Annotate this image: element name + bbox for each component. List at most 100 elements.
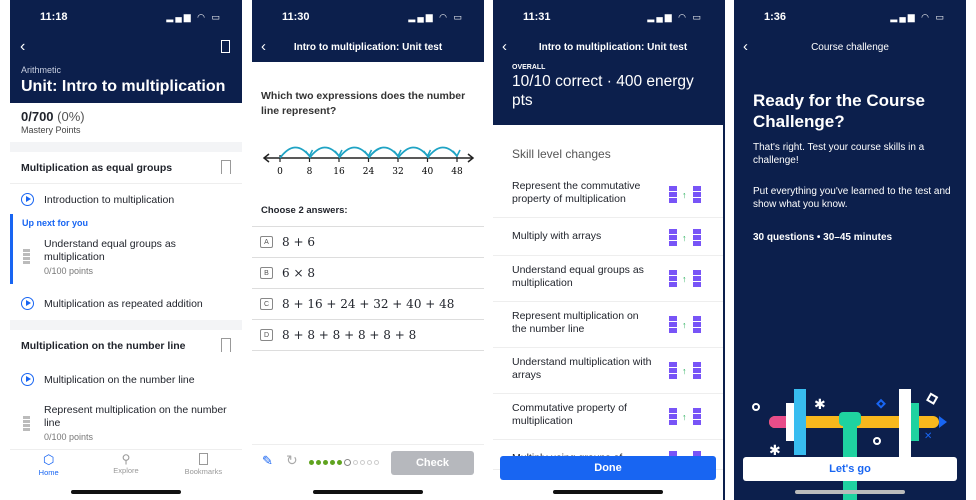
done-button[interactable]: Done: [500, 456, 716, 480]
skill-row: Represent multiplication on the number l…: [493, 302, 723, 348]
status-time: 1:36: [764, 11, 787, 23]
exercise-item[interactable]: Represent multiplication on the number l…: [10, 398, 242, 450]
progress-dot: [367, 460, 372, 465]
mastery-before-icon: [669, 186, 677, 204]
tab-bookmarks[interactable]: Bookmarks: [165, 452, 242, 482]
jump-arc: [308, 146, 340, 159]
arrow-up-icon: ↑: [682, 233, 687, 243]
tick-label: 16: [333, 167, 345, 177]
section-title: Multiplication as equal groups: [21, 162, 173, 174]
test-header: 11:30 ▂▄▆ ◠ ▭ ‹ Intro to multiplication:…: [252, 0, 484, 62]
arrow-up-icon: ↑: [682, 274, 687, 284]
tick-label: 40: [422, 167, 434, 177]
exercise-title: Represent multiplication on the number l…: [44, 404, 227, 429]
exercise-item[interactable]: Understand equal groups as multiplicatio…: [10, 232, 242, 287]
progress-dots: [309, 459, 379, 466]
status-time: 11:30: [282, 11, 310, 23]
exercise-points: 0/100 points: [44, 266, 94, 276]
weightlifting-pencil-illustration: ✱ ✱ ✕: [752, 389, 947, 500]
skill-name: Commutative property of multiplication: [512, 402, 627, 427]
status-icons: ▂▄▆ ◠ ▭: [166, 12, 222, 22]
refresh-icon[interactable]: ↻: [286, 452, 298, 469]
home-indicator: [71, 490, 181, 494]
mastery-icon: [23, 416, 30, 432]
mastery-before-icon: [669, 316, 677, 334]
lesson-item[interactable]: Multiplication on the number line: [10, 364, 242, 396]
status-time: 11:31: [523, 11, 551, 23]
header-title: Intro to multiplication: Unit test: [293, 42, 443, 53]
status-icons: ▂▄▆ ◠ ▭: [408, 12, 464, 22]
mastery-before-icon: [669, 408, 677, 426]
status-icons: ▂▄▆ ◠ ▭: [890, 12, 946, 22]
divider: [10, 142, 242, 152]
svg-text:✕: ✕: [924, 431, 932, 442]
skill-level-change-icon: ↑: [669, 184, 703, 204]
home-indicator: [795, 490, 905, 494]
skill-level-change-icon: ↑: [669, 314, 703, 334]
unit-header: 11:18 ▂▄▆ ◠ ▭ ‹ Arithmetic Unit: Intro t…: [10, 0, 242, 103]
answer-option-d[interactable]: D 8 + 8 + 8 + 8 + 8 + 8: [252, 319, 484, 351]
jump-arc: [279, 146, 311, 159]
skill-level-change-icon: ↑: [669, 268, 703, 288]
header-title: Course challenge: [811, 42, 889, 53]
jump-arc: [367, 146, 399, 159]
arrow-up-icon: ↑: [682, 366, 687, 376]
progress-dot: [360, 460, 365, 465]
tab-home[interactable]: ⬡ Home: [10, 452, 87, 482]
hexagon-icon: ⬡: [42, 452, 55, 467]
skill-name: Multiply with arrays: [512, 230, 602, 242]
progress-dot: [337, 460, 342, 465]
option-text: 8 + 6: [282, 235, 315, 249]
answer-option-c[interactable]: C 8 + 16 + 24 + 32 + 40 + 48: [252, 288, 484, 320]
jump-arc: [426, 146, 458, 159]
play-icon: [21, 297, 34, 310]
lesson-item[interactable]: Multiplication as repeated addition: [10, 288, 242, 320]
challenge-instructions: Put everything you've learned to the tes…: [753, 186, 951, 210]
tab-explore[interactable]: ⚲ Explore: [87, 452, 164, 482]
skill-name: Understand multiplication with arrays: [512, 356, 652, 381]
divider: [10, 320, 242, 330]
progress-dot: [374, 460, 379, 465]
skill-row: Understand equal groups as multiplicatio…: [493, 256, 723, 302]
section-number-line[interactable]: Multiplication on the number line: [10, 330, 242, 362]
home-indicator: [553, 490, 663, 494]
points-label: Mastery Points: [21, 125, 81, 135]
tab-bar: ⬡ Home ⚲ Explore Bookmarks: [10, 452, 242, 482]
skill-level-change-icon: ↑: [669, 360, 703, 380]
skill-name: Represent multiplication on the number l…: [512, 310, 639, 335]
bookmark-icon[interactable]: [221, 40, 230, 53]
mastery-after-icon: [693, 186, 701, 204]
points-percent: (0%): [57, 109, 85, 124]
tick-label: 8: [307, 167, 313, 177]
option-letter: C: [260, 298, 273, 310]
check-button[interactable]: Check: [391, 451, 474, 475]
mastery-after-icon: [693, 229, 701, 247]
search-icon: ⚲: [121, 452, 131, 466]
lets-go-button[interactable]: Let's go: [743, 457, 957, 481]
skills-heading: Skill level changes: [512, 147, 611, 161]
option-text: 6 × 8: [282, 266, 315, 280]
section-title: Multiplication on the number line: [21, 340, 186, 352]
tick-label: 24: [363, 167, 375, 177]
choose-instruction: Choose 2 answers:: [261, 205, 348, 216]
answer-option-b[interactable]: B 6 × 8: [252, 257, 484, 289]
exercise-points: 0/100 points: [44, 432, 94, 442]
results-header: 11:31 ▂▄▆ ◠ ▭ ‹ Intro to multiplication:…: [493, 0, 723, 125]
arrow-up-icon: ↑: [682, 190, 687, 200]
screen-unit-overview: 11:18 ▂▄▆ ◠ ▭ ‹ Arithmetic Unit: Intro t…: [10, 0, 242, 500]
mastery-points: 0/700 (0%): [21, 109, 85, 124]
back-icon[interactable]: ‹: [20, 38, 25, 56]
tab-label: Bookmarks: [184, 467, 223, 476]
skill-row: Represent the commutative property of mu…: [493, 172, 723, 218]
challenge-heading: Ready for the Course Challenge?: [753, 91, 925, 131]
section-equal-groups[interactable]: Multiplication as equal groups: [10, 152, 242, 184]
lesson-item[interactable]: Introduction to multiplication: [10, 184, 242, 216]
bookmark-icon[interactable]: [221, 160, 231, 174]
bookmark-icon[interactable]: [221, 338, 231, 352]
progress-dot: [353, 460, 358, 465]
status-icons: ▂▄▆ ◠ ▭: [647, 12, 703, 22]
scratchpad-icon[interactable]: ✎: [262, 453, 273, 469]
jump-arrowhead: [452, 149, 461, 158]
mastery-icon: [23, 249, 30, 265]
answer-option-a[interactable]: A 8 + 6: [252, 226, 484, 258]
